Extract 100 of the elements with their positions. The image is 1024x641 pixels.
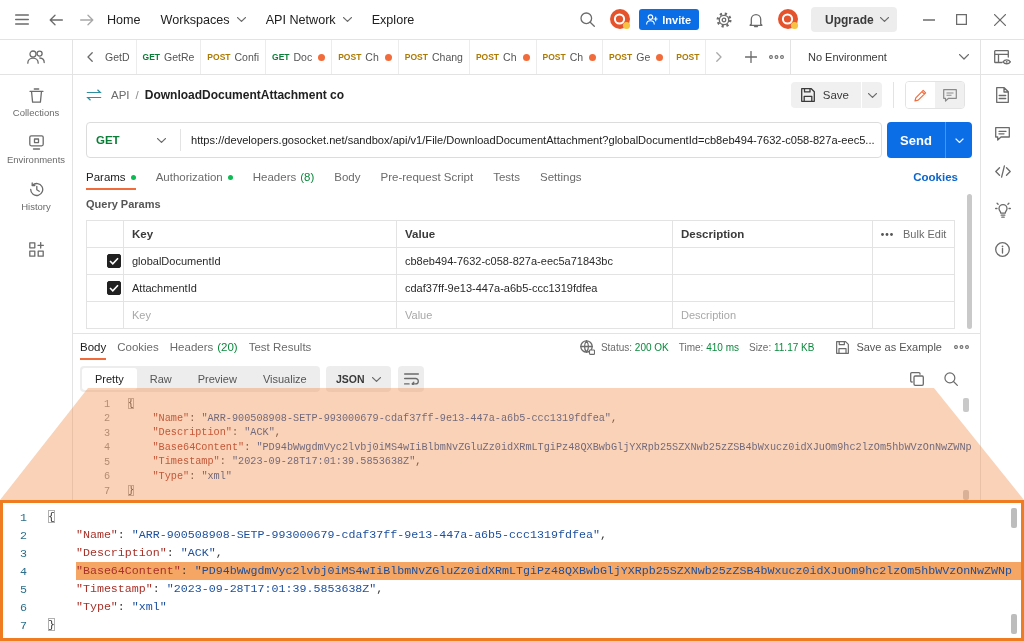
request-tab[interactable]: POST Chang	[398, 40, 470, 74]
response-tab[interactable]: Body	[80, 334, 107, 360]
invite-button[interactable]: Invite	[639, 9, 699, 30]
request-section-tab[interactable]: Settings	[540, 164, 582, 190]
upgrade-button[interactable]: Upgrade	[811, 7, 897, 32]
code-icon[interactable]	[994, 165, 1011, 178]
line-number: 5	[19, 582, 27, 596]
more-icon[interactable]	[954, 345, 969, 349]
code-line: {	[48, 509, 55, 525]
request-tab[interactable]: POST Ch	[469, 40, 537, 74]
request-section-tab[interactable]: Body	[334, 164, 361, 190]
close-icon[interactable]	[994, 13, 1006, 26]
checkbox[interactable]	[107, 254, 121, 268]
response-tab[interactable]: Test Results	[248, 334, 312, 360]
screen-icon	[28, 134, 44, 150]
nav-menu-item[interactable]: Explore	[363, 6, 423, 33]
bin-icon	[28, 87, 44, 103]
avatar-icon[interactable]	[778, 9, 799, 30]
caret-icon	[867, 92, 877, 98]
plus-icon[interactable]	[745, 51, 758, 63]
bulk-edit-link[interactable]: Bulk Edit	[903, 228, 947, 240]
request-tab[interactable]: POST Ge	[603, 40, 671, 74]
scrollbar-thumb[interactable]	[963, 398, 969, 412]
sidebar-item[interactable]: History	[21, 173, 51, 220]
more-icon[interactable]	[881, 232, 893, 236]
response-tab[interactable]: Cookies	[117, 334, 159, 360]
format-dropdown[interactable]: JSON	[326, 366, 391, 392]
document-icon[interactable]	[996, 87, 1009, 103]
minimize-icon[interactable]	[923, 18, 935, 21]
request-tab[interactable]: GET GetRe	[136, 40, 202, 74]
scrollbar-thumb[interactable]	[1011, 614, 1017, 634]
request-tab[interactable]: POST	[670, 40, 707, 74]
cookies-link[interactable]: Cookies	[913, 171, 958, 183]
code-line: }	[48, 617, 55, 633]
view-mode-tab[interactable]: Pretty	[82, 368, 137, 390]
scrollbar-thumb[interactable]	[1011, 508, 1017, 528]
request-section-tab[interactable]: Pre-request Script	[380, 164, 474, 190]
table-cell: cdaf37ff-9e13-447a-a6b5-ccc1319fdfea	[397, 275, 673, 302]
grid-plus-icon[interactable]	[28, 242, 44, 257]
copy-icon[interactable]	[910, 372, 924, 386]
more-icon[interactable]	[769, 55, 785, 59]
description-input[interactable]: Description	[681, 309, 831, 321]
comment-mode-button[interactable]	[935, 82, 964, 108]
bulb-icon[interactable]	[994, 202, 1011, 218]
table-eye-icon[interactable]	[994, 49, 1011, 65]
avatar-icon[interactable]	[610, 9, 632, 30]
back-arrow-icon[interactable]	[49, 13, 63, 26]
line-number: 1	[102, 398, 110, 410]
request-section-tab[interactable]: Tests	[493, 164, 521, 190]
request-tab[interactable]: POST Confi	[201, 40, 267, 74]
nav-menu-item[interactable]: Home	[99, 6, 149, 33]
request-tab[interactable]: POST Ch	[332, 40, 399, 74]
caret-icon	[959, 54, 969, 60]
floppy-disk-icon	[800, 88, 815, 102]
sidebar-item[interactable]: Collections	[12, 79, 60, 126]
save-as-example-button[interactable]: Save as Example	[836, 340, 942, 354]
line-number: 3	[19, 546, 27, 560]
value-input[interactable]: Value	[405, 309, 555, 321]
breadcrumb-link[interactable]: API	[111, 89, 130, 101]
search-icon[interactable]	[944, 372, 958, 386]
request-section-tab[interactable]: Headers (8)	[252, 164, 315, 190]
nav-menu-item[interactable]: API Network	[257, 6, 360, 33]
view-mode-tab[interactable]: Preview	[184, 368, 250, 390]
environment-selector[interactable]: No Environment	[790, 40, 980, 74]
globe-icon[interactable]	[579, 339, 595, 355]
code-line: "Base64Content": "PD94bWwgdmVyc2lvbj0iMS4wIiBlbmNvZGluZz0idXRmLTgiPz48QXBwbGljYXRpb25SZXNwb25zZSB4bWxucz0idXJuOm9hc2lzOm5hbWVzOnNwZWNp	[152, 440, 972, 455]
text-wrap-icon	[403, 373, 419, 385]
view-mode-tab[interactable]: Raw	[136, 368, 185, 390]
person-plus-icon	[646, 14, 659, 25]
nav-menu-item[interactable]: Workspaces	[152, 6, 254, 33]
request-section-tab[interactable]: Params	[86, 164, 136, 190]
bell-icon[interactable]	[749, 11, 763, 28]
chevron-left-icon[interactable]	[87, 52, 93, 62]
menu-icon[interactable]	[15, 14, 29, 25]
request-tab[interactable]: GetD	[99, 40, 137, 74]
sidebar-item[interactable]: Environments	[6, 126, 66, 173]
maximize-icon[interactable]	[956, 14, 967, 25]
key-input[interactable]: Key	[132, 309, 282, 321]
code-line: "Name": "ARR-900508908-SETP-993000679-cdaf37ff-9e13-447a-a6b5-ccc1319fdfea",	[75, 527, 607, 543]
info-icon[interactable]	[995, 242, 1010, 257]
table-cell: cb8eb494-7632-c058-827a-eec5a71843bc	[397, 248, 673, 275]
response-tab[interactable]: Headers (20)	[169, 334, 238, 360]
caret-icon	[880, 17, 889, 22]
search-icon[interactable]	[580, 12, 596, 27]
comment-icon[interactable]	[995, 127, 1010, 141]
method-dropdown[interactable]: GET	[87, 129, 181, 151]
people-icon[interactable]	[27, 50, 45, 64]
caret-icon	[954, 137, 964, 143]
request-tab[interactable]: GET Doc	[266, 40, 333, 74]
request-tab[interactable]: POST Ch	[536, 40, 604, 74]
checkbox[interactable]	[107, 281, 121, 295]
scrollbar-thumb[interactable]	[967, 194, 972, 329]
url-field[interactable]: https://developers.gosocket.net/sandbox/api/v1/File/DownloadDocumentAttachment?globalDocumentId=cb8eb494-7632-c058-827a-eec5...	[191, 134, 875, 146]
settings-icon[interactable]	[716, 11, 732, 28]
view-mode-tab[interactable]: Visualize	[249, 368, 320, 390]
wrap-lines-button[interactable]	[398, 366, 424, 392]
response-stat: Time: 410 ms	[678, 341, 739, 353]
scrollbar-thumb[interactable]	[963, 490, 969, 500]
request-section-tab[interactable]: Authorization	[155, 164, 233, 190]
save-button[interactable]: Save	[790, 82, 861, 108]
